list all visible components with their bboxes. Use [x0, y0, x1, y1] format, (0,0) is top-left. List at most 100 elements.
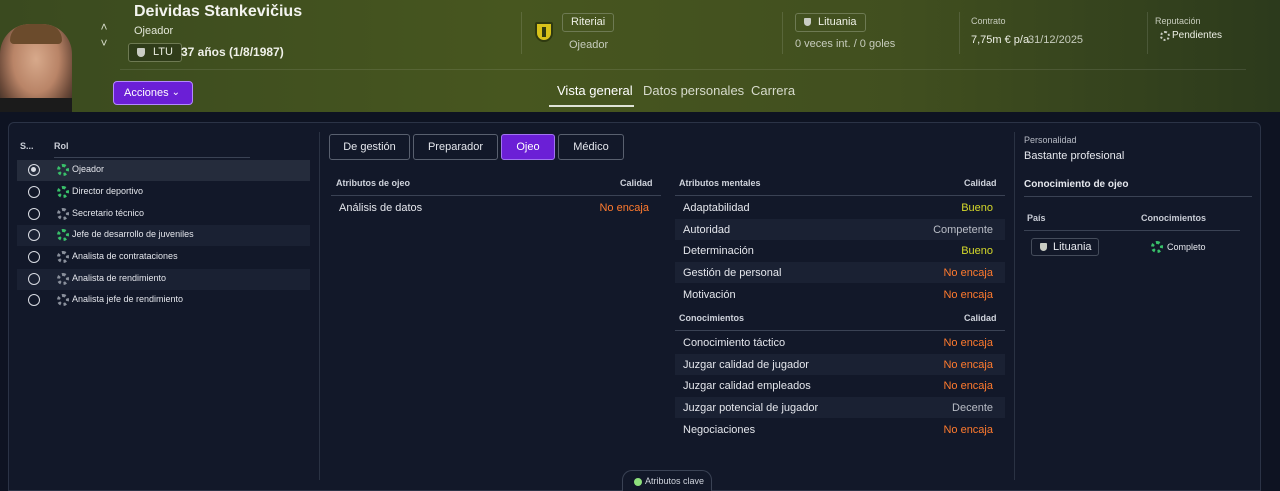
- divider: [521, 12, 522, 54]
- role-label: Analista jefe de rendimiento: [72, 294, 184, 304]
- attr-quality: No encaja: [943, 359, 993, 371]
- role-suitability-icon: [57, 229, 69, 241]
- divider: [782, 12, 783, 54]
- scout-knowledge-title: Conocimiento de ojeo: [1024, 179, 1129, 190]
- key-attributes-toggle[interactable]: Atributos clave: [622, 470, 712, 491]
- role-row-analista-contrataciones[interactable]: Analista de contrataciones: [17, 247, 310, 268]
- role-label: Director deportivo: [72, 186, 144, 196]
- scout-knowledge-col-country: País: [1027, 213, 1046, 223]
- attr-quality: No encaja: [943, 380, 993, 392]
- role-suitability-icon: [57, 273, 69, 285]
- contract-label: Contrato: [971, 16, 1006, 26]
- tab-vista-general[interactable]: Vista general: [557, 83, 633, 98]
- segment-de-gestion[interactable]: De gestión: [329, 134, 410, 160]
- radio-icon[interactable]: [28, 273, 40, 285]
- nationality-code: LTU: [153, 46, 173, 58]
- attr-name: Negociaciones: [683, 424, 756, 436]
- mental-attrs-quality-header: Calidad: [964, 178, 997, 188]
- table-header-line: [1024, 230, 1240, 231]
- attr-row-determinacion: Determinación Bueno: [675, 240, 1005, 261]
- knowledge-country: Lituania: [1053, 241, 1092, 253]
- shield-icon: [1040, 243, 1047, 251]
- divider: [959, 12, 960, 54]
- key-attributes-dot-icon: [634, 478, 642, 486]
- club-crest-icon[interactable]: [535, 22, 553, 42]
- active-tab-indicator: [549, 105, 634, 107]
- role-row-jefe-desarrollo-juveniles[interactable]: Jefe de desarrollo de juveniles: [17, 225, 310, 246]
- role-label: Analista de contrataciones: [72, 251, 178, 261]
- role-row-director-deportivo[interactable]: Director deportivo: [17, 182, 310, 203]
- role-suitability-icon: [57, 251, 69, 263]
- player-role: Ojeador: [134, 25, 174, 37]
- role-label: Ojeador: [72, 164, 105, 174]
- shield-icon: [804, 18, 811, 26]
- attr-name: Juzgar calidad de jugador: [683, 359, 809, 371]
- divider: [1147, 12, 1148, 54]
- header-divider: [120, 69, 1246, 70]
- role-label: Secretario técnico: [72, 208, 145, 218]
- scout-attrs-title: Atributos de ojeo: [336, 178, 410, 188]
- contract-wage: 7,75m € p/a: [971, 34, 1030, 46]
- attr-quality: No encaja: [943, 267, 993, 279]
- attr-row-juzgar-calidad-empleados: Juzgar calidad empleados No encaja: [675, 375, 1005, 396]
- knowledge-level: Completo: [1167, 242, 1206, 252]
- radio-icon[interactable]: [28, 186, 40, 198]
- avatar-shirt: [0, 98, 72, 112]
- mental-attrs-title: Atributos mentales: [679, 178, 761, 188]
- club-chip[interactable]: Riteriai: [562, 13, 615, 32]
- nationality-chip[interactable]: LTU: [128, 43, 182, 62]
- chevron-down-icon[interactable]: ˅: [97, 35, 111, 51]
- role-row-ojeador[interactable]: Ojeador: [17, 160, 310, 181]
- radio-selected-icon[interactable]: [28, 164, 40, 176]
- attr-row-juzgar-potencial-jugador: Juzgar potencial de jugador Decente: [675, 397, 1005, 418]
- attr-name: Determinación: [683, 245, 754, 257]
- role-row-analista-jefe-rendimiento[interactable]: Analista jefe de rendimiento: [17, 290, 310, 311]
- reputation-icon: [1160, 31, 1170, 41]
- key-attributes-label: Atributos clave: [645, 476, 705, 486]
- segment-ojeo[interactable]: Ojeo: [501, 134, 555, 160]
- attr-row-motivacion: Motivación No encaja: [675, 284, 1005, 305]
- role-suitability-icon: [57, 294, 69, 306]
- attr-name: Adaptabilidad: [683, 202, 750, 214]
- shield-icon: [137, 48, 145, 57]
- chevron-down-icon: ⌄: [171, 87, 180, 98]
- radio-icon[interactable]: [28, 229, 40, 241]
- attr-name: Motivación: [683, 289, 736, 301]
- profile-nav-arrows: ˄ ˅: [97, 19, 111, 51]
- personality-label: Personalidad: [1024, 135, 1077, 145]
- section-line: [1024, 196, 1252, 197]
- knowledge-attrs-title: Conocimientos: [679, 313, 745, 323]
- attr-quality: No encaja: [943, 289, 993, 301]
- role-row-secretario-tecnico[interactable]: Secretario técnico: [17, 204, 310, 225]
- knowledge-country-chip[interactable]: Lituania: [1031, 238, 1099, 256]
- radio-icon[interactable]: [28, 208, 40, 220]
- reputation-value: Pendientes: [1172, 30, 1223, 41]
- attr-name: Juzgar calidad empleados: [683, 380, 811, 392]
- role-row-analista-rendimiento[interactable]: Analista de rendimiento: [17, 269, 310, 290]
- attr-quality: Bueno: [961, 245, 993, 257]
- chevron-up-icon[interactable]: ˄: [97, 19, 111, 35]
- tab-datos-personales[interactable]: Datos personales: [643, 83, 744, 98]
- attr-row-juzgar-calidad-jugador: Juzgar calidad de jugador No encaja: [675, 354, 1005, 375]
- segment-preparador[interactable]: Preparador: [413, 134, 498, 160]
- attr-row-analisis-datos: Análisis de datos No encaja: [331, 197, 661, 218]
- segment-medico[interactable]: Médico: [558, 134, 624, 160]
- country-name: Lituania: [818, 16, 857, 28]
- role-suitability-icon: [57, 208, 69, 220]
- roles-col-role: Rol: [54, 141, 69, 151]
- avatar-hair: [10, 24, 62, 44]
- attr-row-gestion-personal: Gestión de personal No encaja: [675, 262, 1005, 283]
- actions-button[interactable]: Acciones ⌄: [113, 81, 193, 105]
- attr-row-conocimiento-tactico: Conocimiento táctico No encaja: [675, 332, 1005, 353]
- attr-name: Juzgar potencial de jugador: [683, 402, 819, 414]
- country-chip[interactable]: Lituania: [795, 13, 866, 32]
- role-suitability-icon: [57, 164, 69, 176]
- scout-attrs-quality-header: Calidad: [620, 178, 653, 188]
- table-header-line: [675, 195, 1005, 196]
- attr-quality: No encaja: [599, 202, 649, 214]
- tab-carrera[interactable]: Carrera: [751, 83, 795, 98]
- table-header-line: [675, 330, 1005, 331]
- attr-name: Análisis de datos: [339, 202, 423, 214]
- radio-icon[interactable]: [28, 294, 40, 306]
- radio-icon[interactable]: [28, 251, 40, 263]
